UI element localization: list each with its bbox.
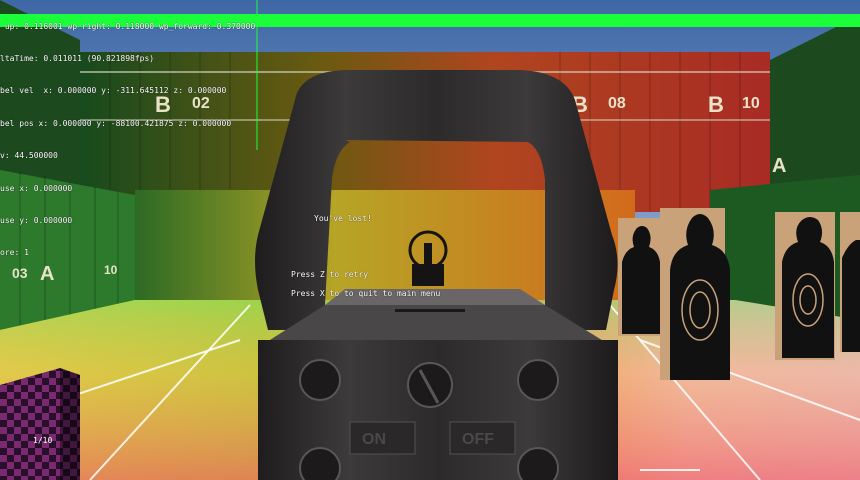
container-letter-b: B	[708, 92, 724, 117]
game-over-title: You've lost!	[314, 214, 372, 223]
ammo-counter: 1/10	[33, 436, 53, 445]
container-letter-a: A	[772, 155, 786, 177]
checkered-crate	[0, 368, 80, 480]
container-number: 10	[742, 95, 760, 112]
quit-prompt[interactable]: Press X to to quit to main menu	[291, 289, 440, 298]
target-silhouette[interactable]	[618, 218, 660, 336]
target-silhouette[interactable]	[660, 208, 730, 380]
scope-off-label: OFF	[462, 431, 494, 448]
debug-line: bel vel x: 0.000000 y: -311.645112 z: 0.…	[0, 86, 227, 96]
debug-line: bel pos x: 0.000000 y: -88100.421875 z: …	[0, 118, 232, 128]
debug-line: use y: 0.000000	[0, 215, 73, 225]
container-number: 08	[608, 95, 626, 112]
retry-prompt[interactable]: Press Z to retry	[291, 270, 368, 279]
debug-overlay: up: 0.116001 wp right: 0.118000 wp_forwa…	[0, 0, 255, 270]
debug-line: up: 0.116001 wp right: 0.118000 wp_forwa…	[0, 21, 256, 31]
scope-on-label: ON	[362, 431, 386, 448]
debug-line: ore: 1	[0, 248, 29, 258]
target-silhouette[interactable]	[775, 212, 835, 360]
target-silhouette[interactable]	[840, 212, 860, 352]
debug-line: ltaTime: 0.011011 (90.821898fps)	[0, 53, 155, 63]
debug-line: use x: 0.000000	[0, 183, 73, 193]
debug-line: v: 44.500000	[0, 151, 58, 161]
